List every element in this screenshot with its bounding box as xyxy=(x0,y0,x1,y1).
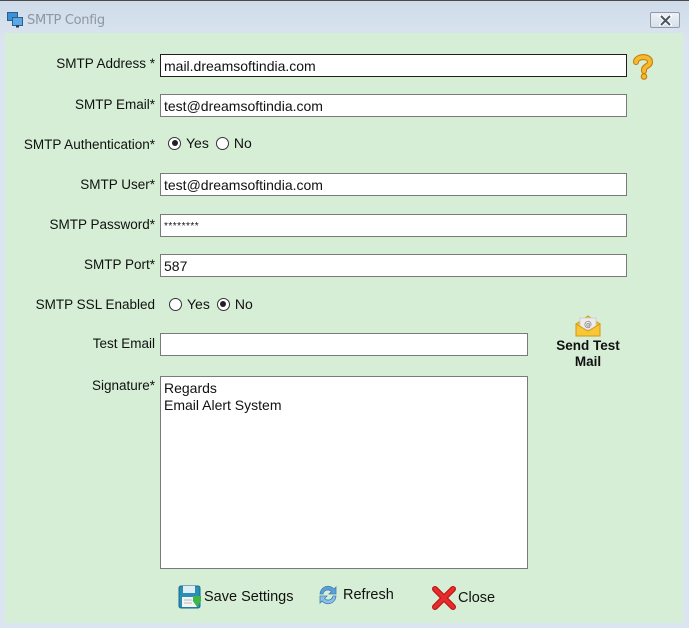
window-title: SMTP Config xyxy=(27,13,105,28)
smtp-address-label: SMTP Address * xyxy=(56,56,155,71)
ssl-yes-label: Yes xyxy=(187,296,210,312)
signature-textarea[interactable]: Regards Email Alert System xyxy=(160,376,528,569)
smtp-password-input[interactable]: ******** xyxy=(160,214,627,237)
smtp-ssl-radio-group: Yes No xyxy=(169,296,260,312)
smtp-authentication-radio-group: Yes No xyxy=(168,135,259,151)
auth-no-radio[interactable] xyxy=(215,136,229,150)
close-label: Close xyxy=(458,590,496,606)
signature-label: Signature* xyxy=(91,378,155,393)
ssl-no-radio[interactable] xyxy=(216,297,230,311)
smtp-port-input[interactable]: 587 xyxy=(160,254,627,277)
save-settings-button[interactable]: Save Settings xyxy=(178,585,293,609)
send-test-mail-button[interactable]: @ Send Test Mail xyxy=(548,315,628,370)
close-icon xyxy=(659,15,672,26)
svg-text:@: @ xyxy=(584,320,592,329)
refresh-icon xyxy=(319,585,337,605)
smtp-user-label: SMTP User* xyxy=(80,177,155,192)
smtp-password-label: SMTP Password* xyxy=(49,217,155,232)
title-bar[interactable]: SMTP Config xyxy=(0,1,689,33)
window-close-button[interactable] xyxy=(650,12,680,28)
red-x-icon xyxy=(432,586,456,610)
send-test-mail-label: Send Test Mail xyxy=(556,338,620,369)
smtp-address-input[interactable]: mail.dreamsoftindia.com xyxy=(160,54,627,77)
form-panel: SMTP Address * mail.dreamsoftindia.com S… xyxy=(5,33,683,623)
smtp-user-input[interactable]: test@dreamsoftindia.com xyxy=(160,173,627,196)
close-button[interactable]: Close xyxy=(432,586,495,610)
smtp-port-label: SMTP Port* xyxy=(83,257,155,272)
envelope-icon: @ xyxy=(575,315,601,337)
floppy-disk-icon xyxy=(178,585,202,609)
auth-no-label: No xyxy=(233,135,252,151)
refresh-button[interactable]: Refresh xyxy=(317,584,394,606)
auth-no-option[interactable]: No xyxy=(215,135,252,151)
ssl-no-label: No xyxy=(234,296,253,312)
smtp-authentication-label: SMTP Authentication* xyxy=(23,137,155,152)
refresh-label: Refresh xyxy=(343,587,394,603)
smtp-email-label: SMTP Email* xyxy=(74,97,155,112)
auth-yes-label: Yes xyxy=(186,135,209,151)
ssl-yes-radio[interactable] xyxy=(169,297,182,311)
ssl-no-option[interactable]: No xyxy=(216,296,253,312)
auth-yes-option[interactable]: Yes xyxy=(168,135,209,151)
test-email-input[interactable] xyxy=(160,333,528,356)
smtp-ssl-label: SMTP SSL Enabled xyxy=(35,297,155,312)
monitors-icon xyxy=(7,12,23,28)
smtp-email-input[interactable]: test@dreamsoftindia.com xyxy=(160,94,627,117)
auth-yes-radio[interactable] xyxy=(168,136,181,150)
question-mark-icon[interactable] xyxy=(632,54,654,80)
save-settings-label: Save Settings xyxy=(204,589,294,605)
smtp-config-window: SMTP Config SMTP Address * mail.dreamsof… xyxy=(0,0,689,628)
test-email-label: Test Email xyxy=(92,336,155,351)
ssl-yes-option[interactable]: Yes xyxy=(169,296,210,312)
